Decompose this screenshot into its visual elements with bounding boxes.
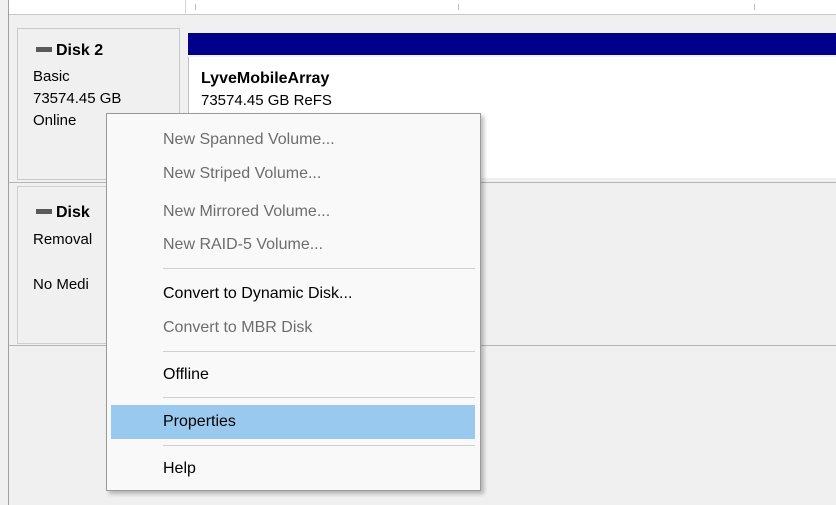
disk-management-graphical-view: Disk 2 Basic 73574.45 GB Online LyveMobi… xyxy=(0,0,836,505)
volume-header-bar xyxy=(188,33,836,55)
disk-3-type: Removal xyxy=(33,231,93,248)
menu-separator xyxy=(163,397,475,398)
strip-tick xyxy=(754,4,755,10)
menu-separator xyxy=(163,351,475,352)
menu-item-new-spanned-volume[interactable]: New Spanned Volume... xyxy=(111,123,475,157)
previous-disk-row-strip xyxy=(9,0,836,15)
volume-detail: 73574.45 GB ReFS xyxy=(201,92,332,109)
volume-name: LyveMobileArray xyxy=(201,70,330,87)
menu-item-convert-to-mbr-disk[interactable]: Convert to MBR Disk xyxy=(111,311,475,345)
menu-separator xyxy=(163,268,475,269)
menu-item-convert-to-dynamic-disk[interactable]: Convert to Dynamic Disk... xyxy=(111,277,475,311)
menu-item-new-raid5-volume[interactable]: New RAID-5 Volume... xyxy=(111,228,475,262)
menu-item-help[interactable]: Help xyxy=(111,452,475,486)
strip-divider xyxy=(185,0,186,14)
disk-3-title: Disk xyxy=(36,204,90,222)
menu-separator xyxy=(163,445,475,446)
disk-2-title-text: Disk 2 xyxy=(56,42,104,59)
disk-2-type: Basic xyxy=(33,68,70,85)
menu-item-new-striped-volume[interactable]: New Striped Volume... xyxy=(111,157,475,191)
disk-2-size: 73574.45 GB xyxy=(33,90,122,107)
disk-2-title: Disk 2 xyxy=(36,42,103,60)
strip-tick xyxy=(458,4,459,10)
strip-tick xyxy=(195,4,196,10)
menu-item-properties[interactable]: Properties xyxy=(111,405,475,439)
disk-3-title-text: Disk xyxy=(56,204,90,221)
disk-3-status: No Medi xyxy=(33,276,89,293)
menu-item-new-mirrored-volume[interactable]: New Mirrored Volume... xyxy=(111,195,475,229)
disk-2-status: Online xyxy=(33,112,77,129)
disk-context-menu: New Spanned Volume... New Striped Volume… xyxy=(106,113,481,491)
disk-drive-icon xyxy=(36,46,52,52)
menu-item-offline[interactable]: Offline xyxy=(111,358,475,392)
disk-drive-icon xyxy=(36,208,52,214)
